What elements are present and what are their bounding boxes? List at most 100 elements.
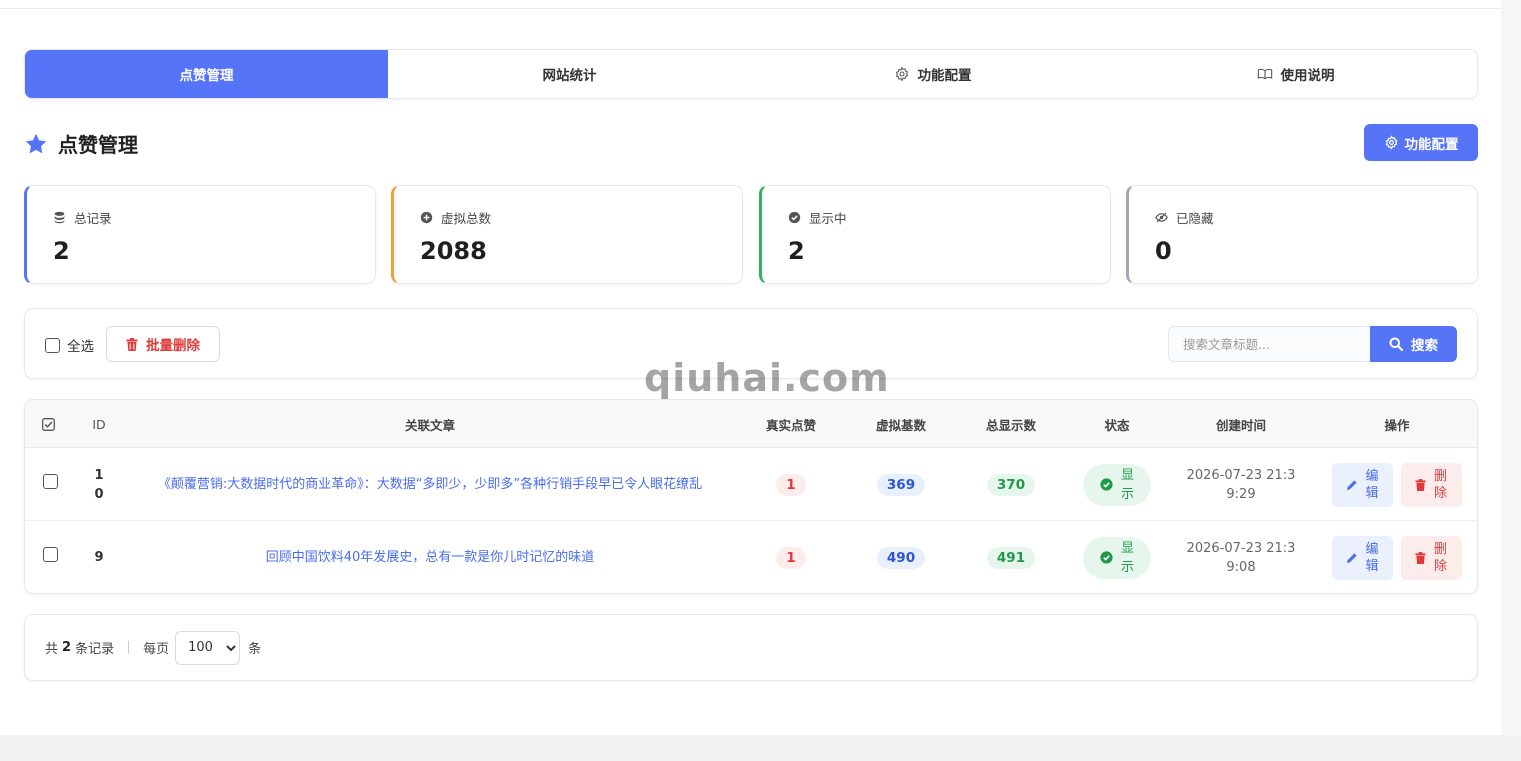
edit-label: 编辑 (1365, 468, 1379, 501)
pencil-icon (1346, 552, 1357, 563)
row-id: 10 (94, 467, 104, 502)
tab-like-management[interactable]: 点赞管理 (25, 50, 388, 98)
article-link[interactable]: 回顾中国饮料40年发展史，总有一款是你儿时记忆的味道 (135, 548, 725, 567)
total-prefix: 共 (45, 642, 59, 657)
stat-showing: 显示中 2 (759, 185, 1111, 284)
trash-icon (1415, 551, 1426, 564)
row-checkbox[interactable] (42, 547, 58, 562)
table-header: ID 关联文章 真实点赞 虚拟基数 总显示数 状态 创建时间 操作 (25, 400, 1477, 448)
tab-config[interactable]: 功能配置 (751, 50, 1114, 98)
total-count: 2 (62, 640, 72, 655)
col-virtual-base: 虚拟基数 (875, 417, 926, 433)
row-checkbox[interactable] (42, 474, 58, 489)
stat-label: 虚拟总数 (441, 211, 492, 226)
per-page-select[interactable]: 100 (175, 630, 241, 665)
search-input[interactable] (1168, 326, 1370, 362)
col-status: 状态 (1104, 417, 1130, 433)
page-title: 点赞管理 (24, 129, 138, 158)
virtual-base-badge: 369 (876, 473, 926, 496)
stat-hidden: 已隐藏 0 (1126, 185, 1478, 284)
likes-table: ID 关联文章 真实点赞 虚拟基数 总显示数 状态 创建时间 操作 10 《颠覆… (24, 399, 1478, 594)
col-actions: 操作 (1384, 417, 1410, 433)
gear-icon (895, 66, 908, 82)
per-page-unit: 条 (248, 642, 262, 657)
pagination-bar: 共 2 条记录 每页 100 条 (24, 614, 1478, 681)
delete-button[interactable]: 删除 (1401, 535, 1462, 580)
total-display-badge: 370 (986, 473, 1036, 496)
gear-icon (1385, 135, 1397, 150)
edit-button[interactable]: 编辑 (1332, 535, 1393, 580)
trash-icon (1415, 478, 1426, 491)
col-total-display: 总显示数 (985, 417, 1036, 433)
check-circle-icon (1099, 478, 1113, 491)
stat-total-records: 总记录 2 (24, 185, 376, 284)
top-divider (0, 8, 1502, 9)
col-created: 创建时间 (1215, 417, 1266, 433)
search-icon (1389, 337, 1403, 351)
total-display-badge: 491 (986, 546, 1036, 569)
check-circle-icon (788, 211, 801, 224)
tab-label: 点赞管理 (179, 68, 234, 84)
tab-label: 网站统计 (542, 68, 597, 84)
article-link[interactable]: 《颠覆营销:大数据时代的商业革命》：大数据“多即少，少即多”各种行销手段早已令人… (135, 475, 725, 494)
stat-label: 总记录 (74, 211, 112, 226)
delete-button[interactable]: 删除 (1401, 462, 1462, 507)
search-button-label: 搜索 (1411, 338, 1438, 354)
plus-circle-icon (420, 211, 433, 224)
created-time: 2026-07-23 21:39:08 (1186, 540, 1296, 575)
status-label: 显示 (1120, 540, 1134, 575)
table-row: 10 《颠覆营销:大数据时代的商业革命》：大数据“多即少，少即多”各种行销手段早… (25, 448, 1477, 521)
col-id: ID (92, 416, 106, 432)
stat-virtual-total: 虚拟总数 2088 (391, 185, 743, 284)
row-id: 9 (94, 550, 104, 565)
edit-label: 编辑 (1365, 541, 1379, 574)
config-button-label: 功能配置 (1404, 136, 1459, 153)
header-select-all[interactable] (39, 400, 57, 448)
col-real-likes: 真实点赞 (765, 417, 816, 433)
toolbar: 全选 批量删除 搜索 (24, 308, 1478, 379)
status-badge[interactable]: 显示 (1083, 536, 1151, 579)
eye-slash-icon (1155, 212, 1168, 223)
select-all[interactable]: 全选 (45, 335, 94, 355)
edit-button[interactable]: 编辑 (1332, 462, 1393, 507)
per-page-label: 每页 (143, 642, 170, 657)
bulk-delete-button[interactable]: 批量删除 (106, 326, 220, 362)
real-likes-badge: 1 (776, 546, 806, 569)
main-panel: 点赞管理 网站统计 功能配置 使用说明 点赞管理 功能配置 总记录 2 虚拟总数… (0, 0, 1521, 735)
status-badge[interactable]: 显示 (1083, 463, 1151, 506)
tab-bar: 点赞管理 网站统计 功能配置 使用说明 (24, 49, 1478, 99)
stat-value: 2 (788, 237, 805, 265)
tab-label: 使用说明 (1280, 68, 1335, 84)
status-label: 显示 (1120, 467, 1134, 502)
scrollbar-track[interactable] (1502, 0, 1521, 735)
book-icon (1257, 68, 1272, 80)
stat-label: 已隐藏 (1176, 211, 1214, 226)
stat-value: 0 (1155, 237, 1172, 265)
created-time: 2026-07-23 21:39:29 (1186, 467, 1296, 502)
tab-label: 功能配置 (917, 68, 972, 84)
config-button[interactable]: 功能配置 (1364, 124, 1478, 161)
stat-value: 2 (53, 237, 70, 265)
page-title-text: 点赞管理 (58, 133, 138, 157)
divider (128, 641, 130, 654)
virtual-base-badge: 490 (876, 546, 926, 569)
checkbox-checked-icon (41, 417, 55, 431)
pencil-icon (1346, 479, 1357, 490)
bulk-delete-label: 批量删除 (146, 338, 200, 354)
trash-icon (126, 337, 138, 351)
tab-site-stats[interactable]: 网站统计 (388, 50, 751, 98)
table-row: 9 回顾中国饮料40年发展史，总有一款是你儿时记忆的味道 1 490 491 显… (25, 521, 1477, 593)
star-icon (25, 133, 47, 153)
delete-label: 删除 (1434, 541, 1448, 574)
select-all-label: 全选 (67, 339, 94, 355)
select-all-checkbox[interactable] (45, 337, 60, 353)
tab-help[interactable]: 使用说明 (1114, 50, 1477, 98)
real-likes-badge: 1 (776, 473, 806, 496)
search-button[interactable]: 搜索 (1370, 326, 1457, 362)
stat-label: 显示中 (809, 211, 847, 226)
stat-value: 2088 (420, 237, 487, 265)
check-circle-icon (1099, 551, 1113, 564)
delete-label: 删除 (1434, 468, 1448, 501)
database-icon (54, 211, 65, 224)
col-article: 关联文章 (404, 417, 455, 433)
